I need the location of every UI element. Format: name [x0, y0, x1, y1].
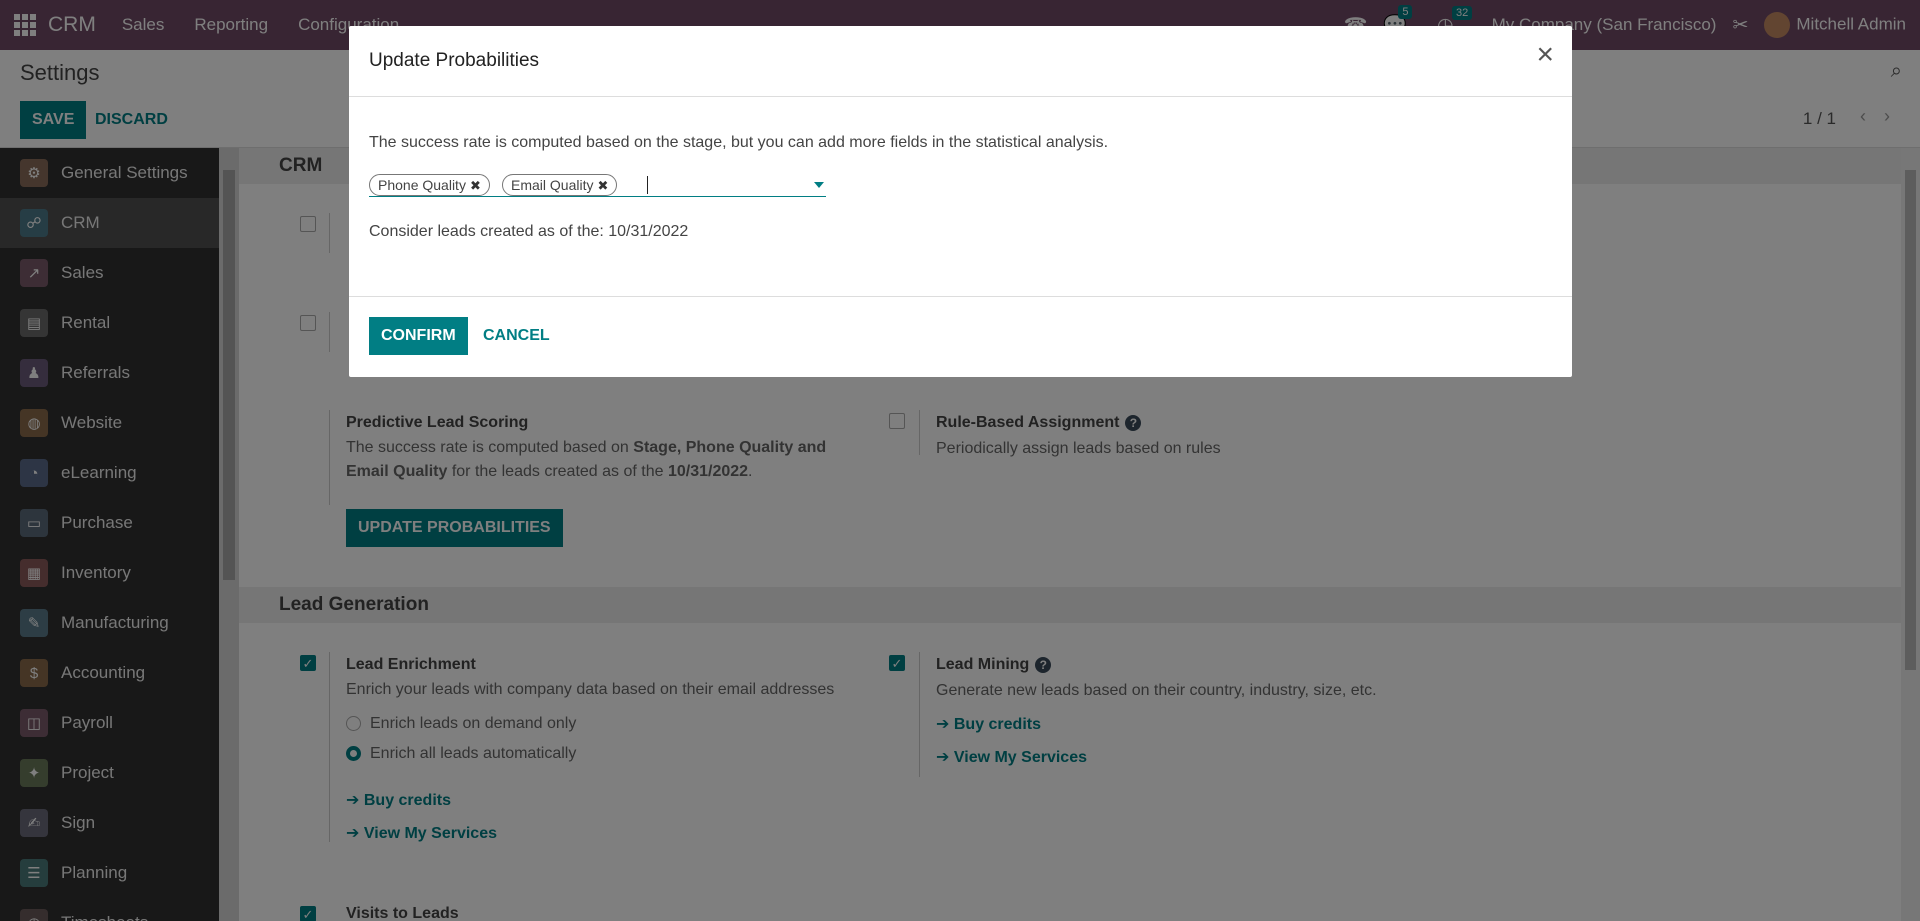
confirm-button[interactable]: CONFIRM	[369, 317, 468, 355]
remove-tag-icon[interactable]: ✖	[470, 178, 481, 193]
dialog-title: Update Probabilities	[369, 50, 540, 71]
cancel-button[interactable]: CANCEL	[483, 327, 550, 345]
update-probabilities-dialog: Update Probabilities × The success rate …	[349, 26, 1572, 377]
dialog-footer: CONFIRM CANCEL	[349, 297, 1572, 376]
dropdown-caret-icon[interactable]	[814, 182, 824, 188]
close-icon[interactable]: ×	[1536, 40, 1554, 70]
remove-tag-icon[interactable]: ✖	[597, 178, 608, 193]
tag-phone-quality: Phone Quality ✖	[369, 174, 490, 196]
tag-label: Email Quality	[511, 177, 594, 193]
fields-tag-input[interactable]: Phone Quality ✖ Email Quality ✖	[369, 169, 826, 197]
consider-date-field[interactable]: 10/31/2022	[608, 223, 688, 240]
consider-label: Consider leads created as of the:	[369, 223, 609, 240]
tag-email-quality: Email Quality ✖	[502, 174, 618, 196]
tag-label: Phone Quality	[378, 177, 466, 193]
dialog-description: The success rate is computed based on th…	[369, 134, 1109, 151]
text-cursor	[647, 176, 648, 194]
dialog-header: Update Probabilities ×	[349, 26, 1572, 97]
dialog-body: The success rate is computed based on th…	[349, 97, 1572, 297]
consider-leads-line: Consider leads created as of the: 10/31/…	[369, 223, 688, 241]
